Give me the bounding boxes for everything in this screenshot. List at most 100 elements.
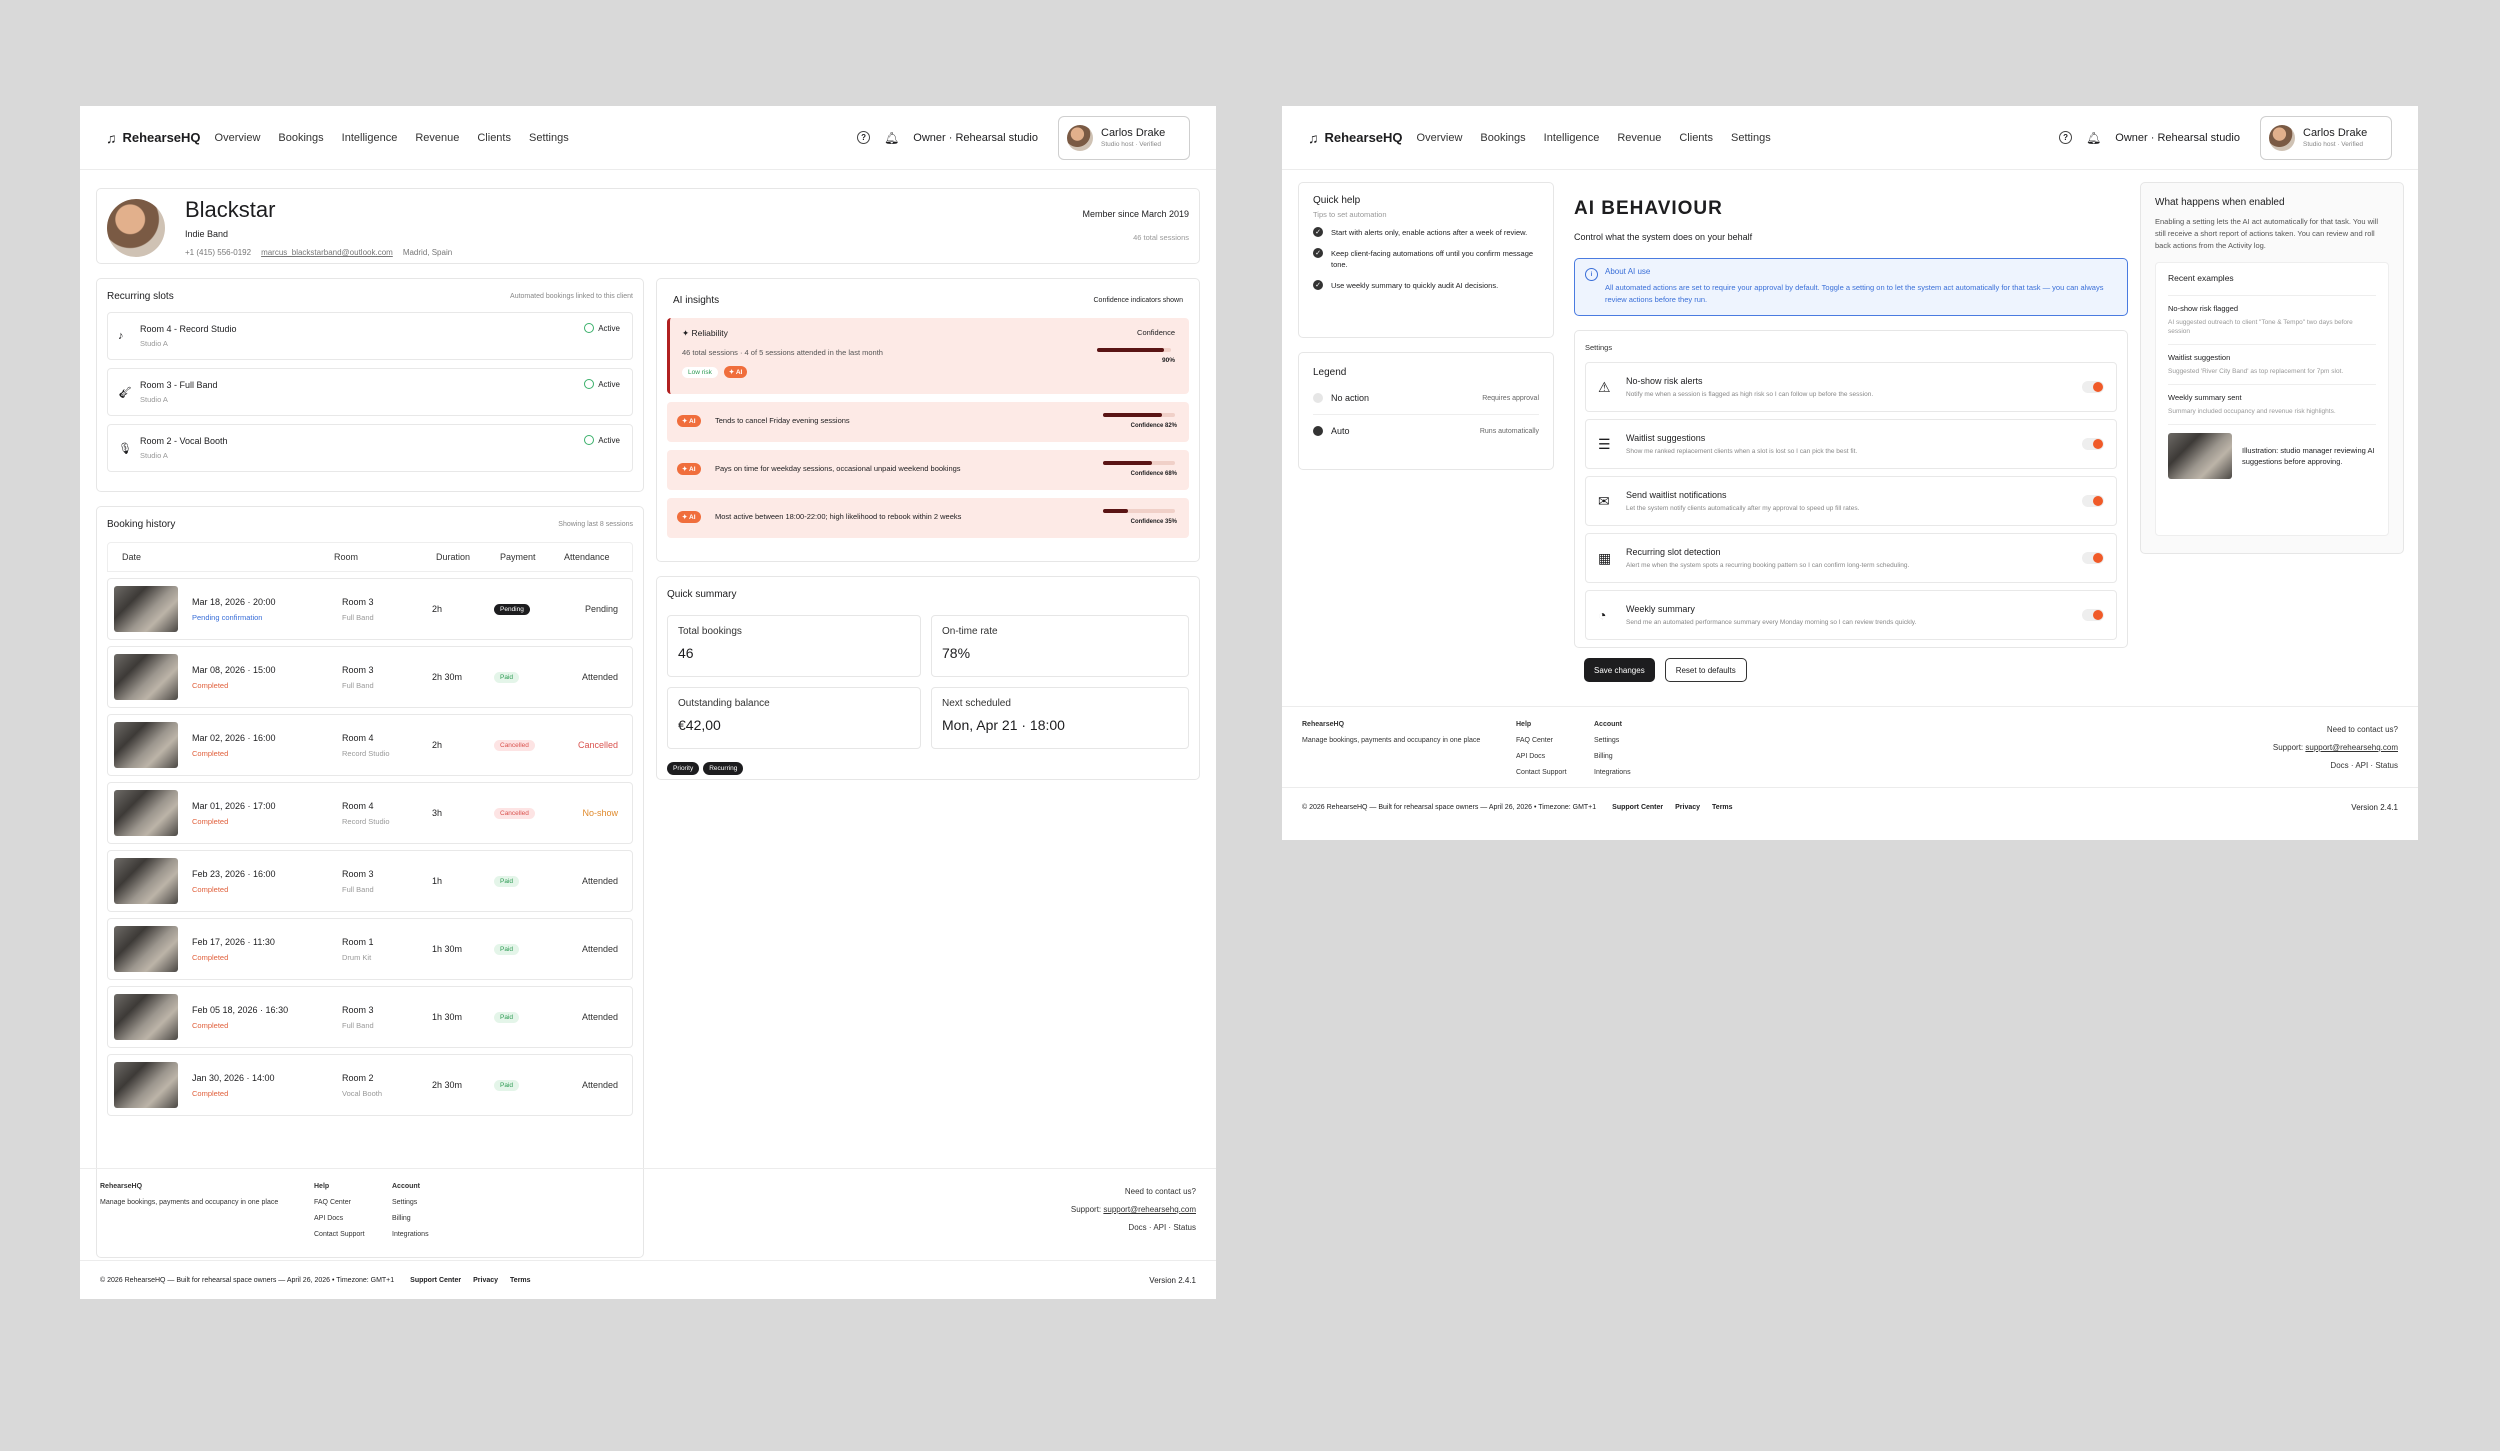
setting-toggle[interactable] — [2082, 609, 2104, 621]
booking-room-sub: Full Band — [342, 680, 374, 690]
attendance-status: No-show — [582, 808, 618, 818]
tag-recurring[interactable]: Recurring — [703, 762, 744, 775]
check-circle-icon — [584, 323, 595, 333]
list-icon: ☰ — [1598, 435, 1611, 452]
recurring-slot[interactable]: ♪ Room 4 - Record Studio Studio A Active — [107, 312, 633, 360]
insight-item[interactable]: ✦ AI Pays on time for weekday sessions, … — [667, 450, 1189, 490]
nav-revenue[interactable]: Revenue — [1617, 132, 1661, 144]
recurring-slot[interactable]: 🎸︎ Room 3 - Full Band Studio A Active — [107, 368, 633, 416]
footer-contact-support[interactable]: Contact Support — [1516, 765, 1567, 781]
bell-icon[interactable]: 🔔︎ — [2086, 131, 2101, 145]
footer-contact-support[interactable]: Contact Support — [314, 1227, 365, 1243]
summary-title: Quick summary — [667, 589, 737, 600]
what-happens-card: What happens when enabled Enabling a set… — [2140, 182, 2404, 554]
footer-settings[interactable]: Settings — [1594, 733, 1631, 749]
save-changes-button[interactable]: Save changes — [1584, 658, 1655, 682]
nav-clients[interactable]: Clients — [477, 132, 511, 144]
table-row[interactable]: Feb 05 18, 2026 · 16:30 Completed Room 3 F… — [107, 986, 633, 1048]
booking-room: Room 3 — [342, 664, 374, 675]
setting-toggle[interactable] — [2082, 495, 2104, 507]
copyright: © 2026 RehearseHQ — Built for rehearsal … — [100, 1277, 395, 1284]
footer-help-title: Help — [1516, 721, 1532, 728]
nav-clients[interactable]: Clients — [1679, 132, 1713, 144]
help-icon[interactable]: ? — [857, 131, 871, 144]
booking-status[interactable]: Pending confirmation — [192, 613, 342, 622]
client-email[interactable]: marcus_blackstarband@outlook.com — [261, 248, 393, 257]
user-menu[interactable]: Carlos Drake Studio host · Verified — [1058, 115, 1190, 160]
booking-duration: 2h 30m — [432, 672, 463, 682]
client-location: Madrid, Spain — [402, 248, 453, 257]
booking-date: Jan 30, 2026 · 14:00 — [192, 1072, 275, 1083]
help-icon[interactable]: ? — [2059, 131, 2073, 144]
link-support-center[interactable]: Support Center — [1612, 804, 1663, 811]
footer-integrations[interactable]: Integrations — [392, 1227, 429, 1243]
brand-logo[interactable]: ♫ RehearseHQ — [1308, 130, 1403, 146]
insight-confidence: Confidence 68% — [1130, 471, 1177, 477]
link-terms[interactable]: Terms — [1712, 804, 1733, 811]
version: Version 2.4.1 — [2351, 803, 2398, 812]
footer-settings[interactable]: Settings — [392, 1195, 429, 1211]
table-row[interactable]: Jan 30, 2026 · 14:00 Completed Room 2 Voca… — [107, 1054, 633, 1116]
slot-sub: Studio A — [140, 451, 168, 460]
footer-faq[interactable]: FAQ Center — [1516, 733, 1567, 749]
footer-api-docs[interactable]: API Docs — [314, 1211, 365, 1227]
footer-support-email[interactable]: support@rehearsehq.com — [1103, 1205, 1196, 1214]
check-circle-icon — [584, 379, 595, 389]
footer-support-label: Support: — [1070, 1205, 1102, 1214]
reset-defaults-button[interactable]: Reset to defaults — [1664, 658, 1747, 682]
room-thumbnail — [114, 654, 178, 700]
footer-billing[interactable]: Billing — [1594, 749, 1631, 765]
footer-billing[interactable]: Billing — [392, 1211, 429, 1227]
nav-bookings[interactable]: Bookings — [1480, 132, 1525, 144]
footer-support-email[interactable]: support@rehearsehq.com — [2305, 743, 2398, 752]
setting-toggle[interactable] — [2082, 552, 2104, 564]
footer-tagline: Manage bookings, payments and occupancy … — [1302, 737, 1481, 744]
table-row[interactable]: Mar 02, 2026 · 16:00 Completed Room 4 Reco… — [107, 714, 633, 776]
nav-settings[interactable]: Settings — [1731, 132, 1771, 144]
nav-intelligence[interactable]: Intelligence — [1544, 132, 1600, 144]
ai-badge: ✦ AI — [677, 511, 701, 523]
stat-total-bookings: Total bookings 46 — [667, 615, 921, 677]
insight-item[interactable]: ✦ AI Most active between 18:00-22:00; hi… — [667, 498, 1189, 538]
table-row[interactable]: Mar 08, 2026 · 15:00 Completed Room 3 Full… — [107, 646, 633, 708]
nav-overview[interactable]: Overview — [215, 132, 261, 144]
user-menu[interactable]: Carlos Drake Studio host · Verified — [2260, 115, 2392, 160]
tag-priority[interactable]: Priority — [667, 762, 700, 775]
client-avatar — [107, 199, 165, 257]
footer-links[interactable]: Docs · API · Status — [2273, 757, 2398, 775]
footer-links[interactable]: Docs · API · Status — [1071, 1219, 1196, 1237]
table-row[interactable]: Feb 23, 2026 · 16:00 Completed Room 3 Full… — [107, 850, 633, 912]
table-row[interactable]: Mar 01, 2026 · 17:00 Completed Room 4 Reco… — [107, 782, 633, 844]
table-row[interactable]: Mar 18, 2026 · 20:00 Pending confirmation… — [107, 578, 633, 640]
footer: RehearseHQ Manage bookings, payments and … — [1282, 706, 2418, 840]
footer-brand: RehearseHQ — [100, 1183, 143, 1190]
booking-date: Mar 01, 2026 · 17:00 — [192, 800, 276, 811]
setting-toggle[interactable] — [2082, 438, 2104, 450]
table-row[interactable]: Feb 17, 2026 · 11:30 Completed Room 1 Drum… — [107, 918, 633, 980]
nav-intelligence[interactable]: Intelligence — [342, 132, 398, 144]
payment-badge: Cancelled — [494, 740, 535, 751]
footer-api-docs[interactable]: API Docs — [1516, 749, 1567, 765]
music-note-icon: ♫ — [1308, 129, 1319, 146]
footer-help-title: Help — [314, 1183, 330, 1190]
nav-bookings[interactable]: Bookings — [278, 132, 323, 144]
link-privacy[interactable]: Privacy — [473, 1277, 498, 1284]
setting-toggle[interactable] — [2082, 381, 2104, 393]
nav-settings[interactable]: Settings — [529, 132, 569, 144]
info-icon: i — [1585, 268, 1598, 281]
link-terms[interactable]: Terms — [510, 1277, 531, 1284]
insight-text: Most active between 18:00-22:00; high li… — [715, 512, 962, 521]
link-privacy[interactable]: Privacy — [1675, 804, 1700, 811]
brand-logo[interactable]: ♫ RehearseHQ — [106, 130, 201, 146]
footer-integrations[interactable]: Integrations — [1594, 765, 1631, 781]
link-support-center[interactable]: Support Center — [410, 1277, 461, 1284]
footer-faq[interactable]: FAQ Center — [314, 1195, 365, 1211]
nav-overview[interactable]: Overview — [1417, 132, 1463, 144]
recurring-slot[interactable]: 🎙︎ Room 2 - Vocal Booth Studio A Active — [107, 424, 633, 472]
bell-icon[interactable]: 🔔︎ — [884, 131, 899, 145]
setting-title: No-show risk alerts — [1626, 376, 1703, 386]
nav-revenue[interactable]: Revenue — [415, 132, 459, 144]
booking-duration: 1h 30m — [432, 1012, 463, 1022]
booking-date: Feb 05 18, 2026 · 16:30 — [192, 1004, 289, 1015]
insight-item[interactable]: ✦ AI Tends to cancel Friday evening sess… — [667, 402, 1189, 442]
